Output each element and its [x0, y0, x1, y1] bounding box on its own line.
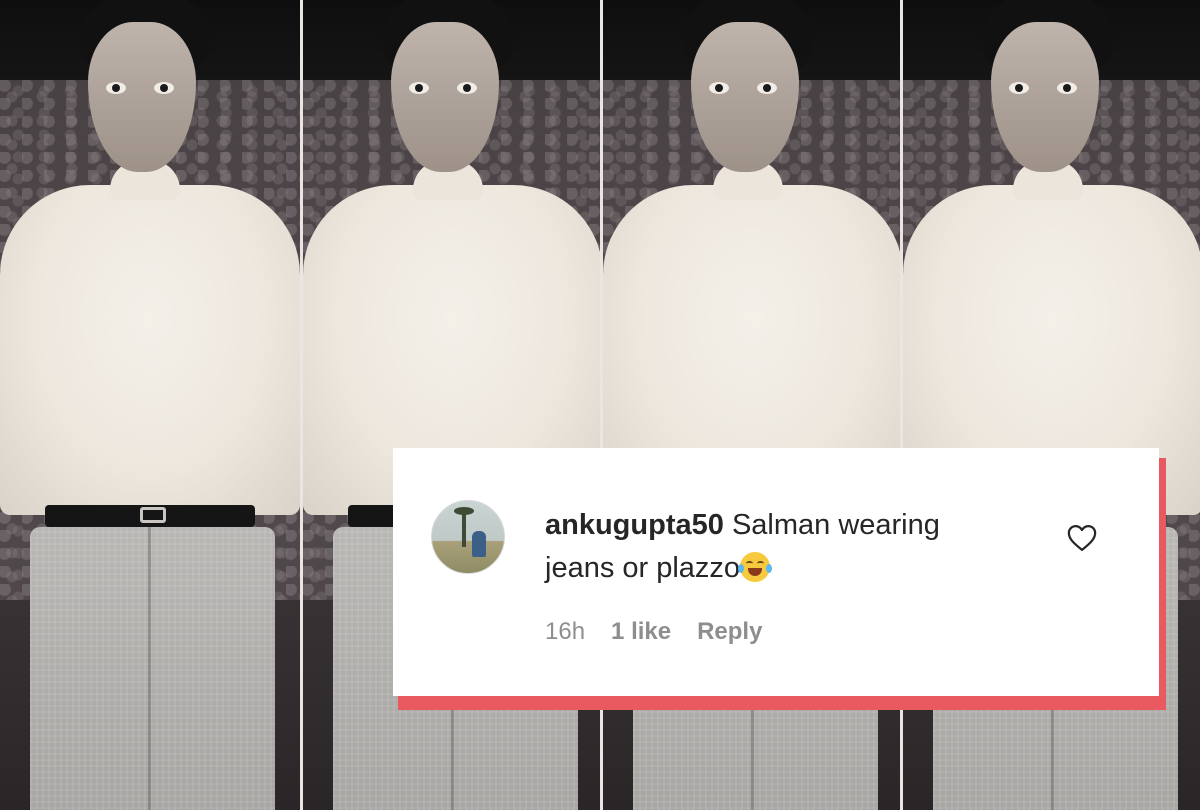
comment-body: ankugupta50 Salman wearing jeans or plaz… [545, 504, 1015, 590]
comment-card: ankugupta50 Salman wearing jeans or plaz… [393, 448, 1159, 696]
avatar[interactable] [431, 500, 505, 574]
comment-like-count[interactable]: 1 like [611, 618, 671, 646]
comment-username[interactable]: ankugupta50 [545, 509, 724, 541]
heart-outline-icon[interactable] [1067, 524, 1097, 552]
comment-meta: 16h 1 like Reply [545, 618, 762, 646]
face-with-tears-of-joy-icon [738, 552, 773, 582]
comment-timestamp[interactable]: 16h [545, 618, 585, 646]
reply-button[interactable]: Reply [697, 618, 762, 646]
photo-panel [0, 0, 300, 810]
